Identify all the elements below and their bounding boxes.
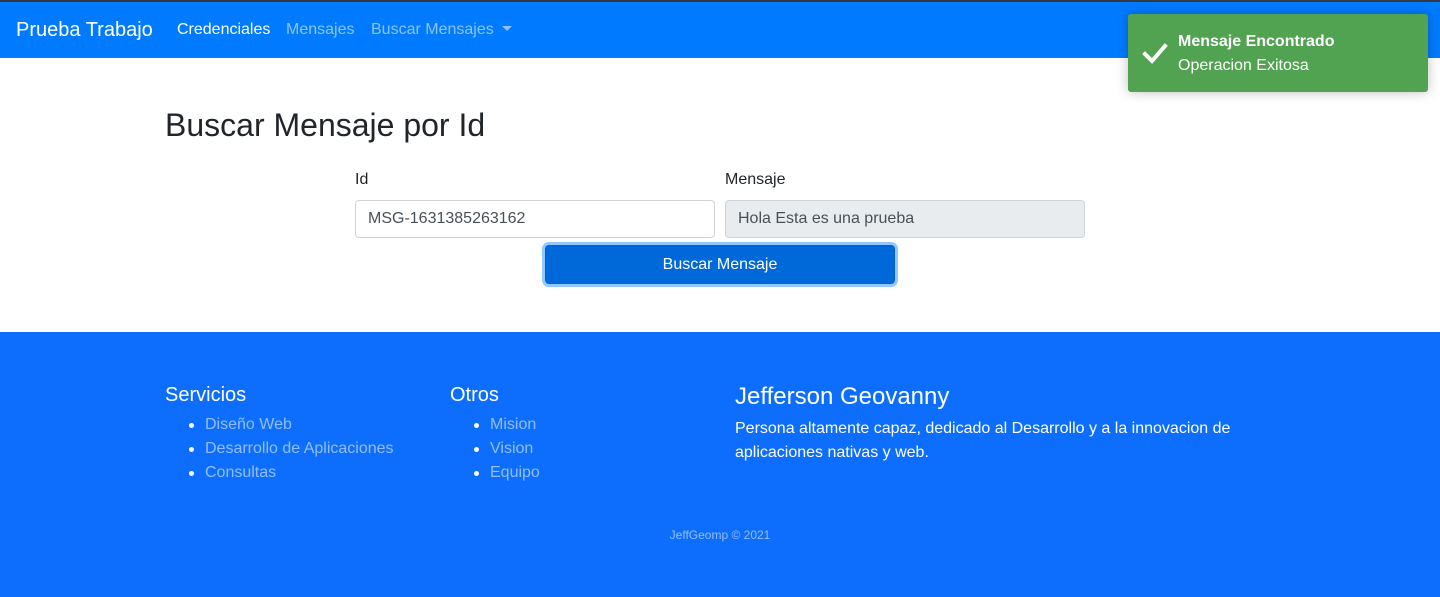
footer-link-mision[interactable]: Mision bbox=[474, 413, 540, 437]
id-input[interactable]: MSG-1631385263162 bbox=[355, 200, 715, 238]
footer-author-name: Jefferson Geovanny bbox=[735, 383, 950, 410]
footer-link-vision[interactable]: Vision bbox=[474, 437, 540, 461]
footer-copyright: JeffGeomp © 2021 bbox=[669, 528, 771, 542]
caret-down-icon bbox=[501, 26, 512, 31]
check-icon bbox=[1142, 43, 1168, 64]
nav-link-credenciales[interactable]: Credenciales bbox=[177, 20, 270, 40]
footer: Servicios Diseño Web Desarrollo de Aplic… bbox=[0, 332, 1440, 597]
toast-title: Mensaje Encontrado bbox=[1178, 33, 1335, 50]
footer-link-diseno-web[interactable]: Diseño Web bbox=[189, 413, 394, 437]
search-message-button[interactable]: Buscar Mensaje bbox=[545, 245, 895, 284]
footer-link-equipo[interactable]: Equipo bbox=[474, 461, 540, 485]
message-field-readonly: Hola Esta es una prueba bbox=[725, 200, 1085, 238]
footer-services-title: Servicios bbox=[165, 384, 247, 406]
footer-link-consultas[interactable]: Consultas bbox=[189, 461, 394, 485]
page-title: Buscar Mensaje por Id bbox=[165, 107, 486, 143]
nav-dropdown-label: Buscar Mensajes bbox=[371, 21, 494, 38]
nav-link-mensajes[interactable]: Mensajes bbox=[286, 20, 354, 40]
navbar-brand[interactable]: Prueba Trabajo bbox=[16, 18, 153, 42]
toast-message: Operacion Exitosa bbox=[1178, 57, 1309, 74]
success-toast[interactable]: Mensaje Encontrado Operacion Exitosa bbox=[1128, 14, 1428, 92]
footer-author-description: Persona altamente capaz, dedicado al Des… bbox=[735, 420, 1231, 461]
footer-others-title: Otros bbox=[450, 384, 499, 406]
footer-link-desarrollo-aplicaciones[interactable]: Desarrollo de Aplicaciones bbox=[189, 437, 394, 461]
id-label: Id bbox=[355, 171, 369, 188]
footer-services-list: Diseño Web Desarrollo de Aplicaciones Co… bbox=[189, 413, 394, 485]
message-label: Mensaje bbox=[725, 171, 786, 188]
nav-dropdown-buscar-mensajes[interactable]: Buscar Mensajes bbox=[371, 20, 512, 40]
footer-others-list: Mision Vision Equipo bbox=[474, 413, 540, 485]
